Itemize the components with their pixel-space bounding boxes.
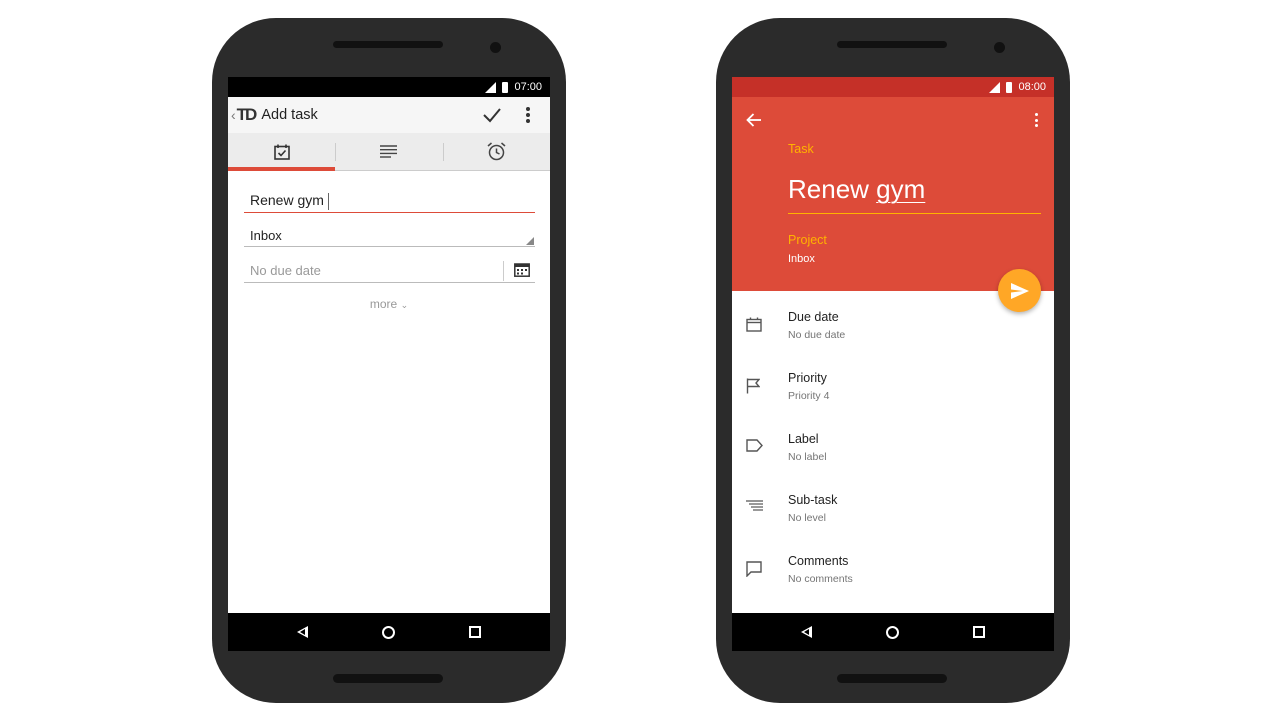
- comment-icon: [746, 561, 762, 577]
- calendar-check-icon: [273, 144, 290, 160]
- more-label: more: [369, 297, 398, 311]
- screen-new-ui: 08:00 Task Renew gym Project Inbox Due d…: [732, 77, 1054, 651]
- tab-task[interactable]: [228, 133, 336, 171]
- detail-title: Label: [788, 432, 819, 446]
- page-title: Add task: [261, 107, 318, 123]
- nav-home-icon[interactable]: [886, 625, 899, 639]
- navigation-bar: [732, 613, 1054, 651]
- status-bar: 07:00: [228, 77, 550, 97]
- phone-speaker-bottom: [333, 674, 443, 683]
- nav-recents-icon[interactable]: [469, 626, 481, 638]
- phone-speaker: [333, 41, 443, 48]
- phone-new-ui: 08:00 Task Renew gym Project Inbox Due d…: [716, 18, 1070, 703]
- project-value: Inbox: [250, 228, 282, 243]
- more-options-link[interactable]: more ⌄: [228, 297, 550, 311]
- detail-title: Priority: [788, 371, 827, 385]
- tab-bar: [228, 133, 550, 171]
- nav-home-icon[interactable]: [382, 625, 395, 639]
- task-name-value: Renew gym: [250, 192, 324, 208]
- flag-icon: [746, 378, 760, 394]
- phone-speaker: [837, 41, 947, 48]
- detail-title: Sub-task: [788, 493, 838, 507]
- status-time: 08:00: [1018, 81, 1046, 93]
- notes-icon: [380, 145, 398, 158]
- task-details-list: Due date No due date Priority Priority 4…: [732, 291, 1054, 596]
- detail-title: Due date: [788, 310, 839, 324]
- tab-notes[interactable]: [335, 133, 442, 170]
- label-icon: [746, 439, 763, 452]
- task-name-second: gym: [876, 174, 926, 204]
- detail-priority[interactable]: Priority Priority 4: [732, 352, 1054, 413]
- status-bar: 08:00: [732, 77, 1054, 97]
- project-value[interactable]: Inbox: [788, 253, 815, 265]
- check-icon[interactable]: [482, 105, 502, 125]
- battery-icon: [502, 81, 509, 93]
- chevron-down-icon: ⌄: [400, 300, 409, 310]
- overflow-menu-icon[interactable]: [1035, 113, 1038, 127]
- task-header: Task Renew gym Project Inbox: [732, 97, 1054, 291]
- overflow-menu-icon[interactable]: [526, 107, 530, 123]
- detail-subtitle: Priority 4: [788, 390, 830, 402]
- due-date-input[interactable]: No due date: [244, 259, 535, 283]
- arrow-back-icon[interactable]: [746, 113, 762, 127]
- calendar-icon: [746, 317, 762, 332]
- detail-due-date[interactable]: Due date No due date: [732, 291, 1054, 352]
- detail-title: Comments: [788, 554, 849, 568]
- detail-subtitle: No label: [788, 451, 827, 463]
- navigation-bar: [228, 613, 550, 651]
- tab-reminders[interactable]: [442, 133, 550, 170]
- due-date-placeholder: No due date: [250, 263, 321, 278]
- detail-subtitle: No due date: [788, 329, 846, 341]
- status-time: 07:00: [514, 81, 542, 93]
- chevron-left-icon: ‹: [231, 107, 236, 123]
- nav-recents-icon[interactable]: [973, 626, 985, 638]
- task-label: Task: [788, 142, 814, 156]
- phone-speaker-bottom: [837, 674, 947, 683]
- phone-camera: [994, 42, 1005, 53]
- alarm-clock-icon: [487, 142, 506, 161]
- detail-subtask[interactable]: Sub-task No level: [732, 474, 1054, 535]
- field-divider: [503, 261, 504, 281]
- action-bar: ‹ TD Add task: [228, 97, 550, 133]
- detail-subtitle: No comments: [788, 573, 853, 585]
- detail-label[interactable]: Label No label: [732, 413, 1054, 474]
- phone-camera: [490, 42, 501, 53]
- detail-comments[interactable]: Comments No comments: [732, 535, 1054, 596]
- task-name-input[interactable]: Renew gym: [244, 187, 535, 213]
- app-logo-up-button[interactable]: ‹ TD: [231, 105, 258, 125]
- task-name-first: Renew: [788, 174, 869, 204]
- project-select[interactable]: Inbox: [244, 225, 535, 247]
- battery-icon: [1006, 81, 1013, 93]
- phone-old-ui: 07:00 ‹ TD Add task Renew gym Inbox No d…: [212, 18, 566, 703]
- nav-back-icon[interactable]: [801, 626, 812, 638]
- signal-icon: [989, 81, 1001, 93]
- todoist-logo: TD: [236, 105, 258, 124]
- calendar-icon[interactable]: [514, 262, 530, 277]
- task-name-input[interactable]: Renew gym: [788, 174, 1041, 214]
- project-label: Project: [788, 233, 827, 247]
- signal-icon: [485, 81, 497, 93]
- nav-back-icon[interactable]: [297, 626, 308, 638]
- subtask-icon: [746, 500, 763, 511]
- screen-old-ui: 07:00 ‹ TD Add task Renew gym Inbox No d…: [228, 77, 550, 651]
- dropdown-triangle-icon: [526, 237, 534, 245]
- text-cursor: [327, 192, 329, 210]
- detail-subtitle: No level: [788, 512, 826, 524]
